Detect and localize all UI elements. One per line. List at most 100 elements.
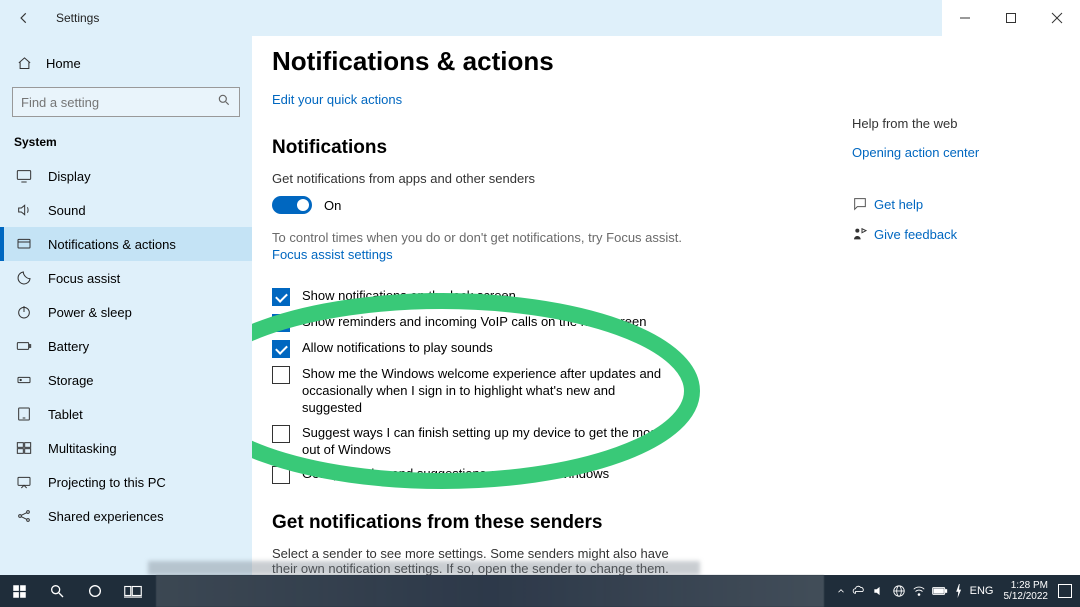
- help-panel: Help from the web Opening action center …: [852, 116, 1052, 256]
- projecting-icon: [14, 474, 34, 490]
- notifications-toggle[interactable]: [272, 196, 312, 214]
- battery-icon: [14, 338, 34, 354]
- tray-network-icon[interactable]: [892, 584, 906, 598]
- tray-action-center[interactable]: [1058, 584, 1072, 598]
- sidebar-item-power[interactable]: Power & sleep: [0, 295, 252, 329]
- sidebar-item-shared[interactable]: Shared experiences: [0, 499, 252, 533]
- feedback-icon: [852, 226, 874, 242]
- give-feedback-link[interactable]: Give feedback: [852, 226, 1052, 242]
- power-icon: [14, 304, 34, 320]
- sidebar: Home System Display Sound Notifications …: [0, 36, 252, 575]
- check-sounds[interactable]: Allow notifications to play sounds: [272, 340, 672, 358]
- checkbox[interactable]: [272, 288, 290, 306]
- multitasking-icon: [14, 440, 34, 456]
- checkbox[interactable]: [272, 314, 290, 332]
- help-heading: Help from the web: [852, 116, 1052, 131]
- sidebar-item-multitasking[interactable]: Multitasking: [0, 431, 252, 465]
- check-label: Suggest ways I can finish setting up my …: [302, 425, 672, 459]
- sidebar-item-tablet[interactable]: Tablet: [0, 397, 252, 431]
- sidebar-item-label: Projecting to this PC: [48, 475, 166, 490]
- feedback-label: Give feedback: [874, 227, 957, 242]
- notifications-icon: [14, 236, 34, 252]
- check-label: Show notifications on the lock screen: [302, 288, 516, 305]
- window-title: Settings: [56, 11, 99, 25]
- help-link-action-center[interactable]: Opening action center: [852, 145, 1052, 160]
- maximize-button[interactable]: [988, 0, 1034, 36]
- senders-heading: Get notifications from these senders: [272, 512, 1080, 534]
- sidebar-item-label: Shared experiences: [48, 509, 164, 524]
- sidebar-section: System: [0, 131, 252, 159]
- tray-wifi-icon[interactable]: [912, 584, 926, 598]
- search-input[interactable]: [21, 95, 217, 110]
- back-button[interactable]: [10, 4, 38, 32]
- tray-onedrive-icon[interactable]: [852, 584, 866, 598]
- tray-clock[interactable]: 1:28 PM 5/12/2022: [1000, 580, 1053, 602]
- sidebar-item-label: Sound: [48, 203, 86, 218]
- main-panel: Notifications & actions Edit your quick …: [252, 36, 1080, 575]
- sidebar-item-notifications[interactable]: Notifications & actions: [0, 227, 252, 261]
- tray-language[interactable]: ENG: [970, 585, 994, 597]
- search-icon: [217, 93, 231, 112]
- sidebar-item-label: Multitasking: [48, 441, 117, 456]
- tray-time: 1:28 PM: [1011, 580, 1048, 591]
- sidebar-item-projecting[interactable]: Projecting to this PC: [0, 465, 252, 499]
- taskbar-apps-area: [156, 575, 824, 607]
- tray-volume-icon[interactable]: [872, 584, 886, 598]
- blur-overlay: [148, 561, 700, 575]
- sidebar-item-label: Battery: [48, 339, 89, 354]
- check-welcome[interactable]: Show me the Windows welcome experience a…: [272, 366, 672, 417]
- check-lock-screen[interactable]: Show notifications on the lock screen: [272, 288, 672, 306]
- chat-icon: [852, 196, 874, 212]
- check-label: Show reminders and incoming VoIP calls o…: [302, 314, 646, 331]
- focus-assist-text: To control times when you do or don't ge…: [272, 230, 692, 245]
- display-icon: [14, 168, 34, 184]
- focus-assist-icon: [14, 270, 34, 286]
- search-button[interactable]: [38, 575, 76, 607]
- sound-icon: [14, 202, 34, 218]
- close-button[interactable]: [1034, 0, 1080, 36]
- edit-quick-actions-link[interactable]: Edit your quick actions: [272, 92, 402, 107]
- system-tray: ENG 1:28 PM 5/12/2022: [828, 580, 1080, 602]
- get-help-label: Get help: [874, 197, 923, 212]
- tray-chevron-icon[interactable]: [836, 586, 846, 596]
- tray-battery-icon[interactable]: [932, 585, 948, 597]
- sidebar-item-label: Tablet: [48, 407, 83, 422]
- checkbox[interactable]: [272, 366, 290, 384]
- toggle-label: On: [324, 198, 341, 213]
- check-label: Get tips, tricks, and suggestions as you…: [302, 466, 609, 483]
- start-button[interactable]: [0, 575, 38, 607]
- sidebar-home[interactable]: Home: [0, 48, 252, 79]
- check-label: Show me the Windows welcome experience a…: [302, 366, 672, 417]
- tablet-icon: [14, 406, 34, 422]
- search-input-wrap[interactable]: [12, 87, 240, 117]
- home-icon: [14, 56, 34, 71]
- taskbar: ENG 1:28 PM 5/12/2022: [0, 575, 1080, 607]
- tray-date: 5/12/2022: [1004, 591, 1049, 602]
- checkbox[interactable]: [272, 340, 290, 358]
- get-notifications-text: Get notifications from apps and other se…: [272, 171, 692, 186]
- storage-icon: [14, 372, 34, 388]
- sidebar-item-label: Storage: [48, 373, 94, 388]
- check-label: Allow notifications to play sounds: [302, 340, 493, 357]
- check-setup-suggest[interactable]: Suggest ways I can finish setting up my …: [272, 425, 672, 459]
- sidebar-item-battery[interactable]: Battery: [0, 329, 252, 363]
- minimize-button[interactable]: [942, 0, 988, 36]
- page-title: Notifications & actions: [272, 46, 1080, 77]
- checkbox[interactable]: [272, 425, 290, 443]
- get-help-link[interactable]: Get help: [852, 196, 1052, 212]
- sidebar-item-sound[interactable]: Sound: [0, 193, 252, 227]
- sidebar-home-label: Home: [46, 56, 81, 71]
- checkbox[interactable]: [272, 466, 290, 484]
- sidebar-item-storage[interactable]: Storage: [0, 363, 252, 397]
- sidebar-item-label: Power & sleep: [48, 305, 132, 320]
- check-reminders[interactable]: Show reminders and incoming VoIP calls o…: [272, 314, 672, 332]
- cortana-button[interactable]: [76, 575, 114, 607]
- sidebar-item-label: Notifications & actions: [48, 237, 176, 252]
- tray-charging-icon[interactable]: [954, 584, 964, 598]
- check-tips[interactable]: Get tips, tricks, and suggestions as you…: [272, 466, 672, 484]
- titlebar: Settings: [0, 0, 1080, 36]
- sidebar-item-display[interactable]: Display: [0, 159, 252, 193]
- task-view-button[interactable]: [114, 575, 152, 607]
- sidebar-item-focus-assist[interactable]: Focus assist: [0, 261, 252, 295]
- shared-icon: [14, 508, 34, 524]
